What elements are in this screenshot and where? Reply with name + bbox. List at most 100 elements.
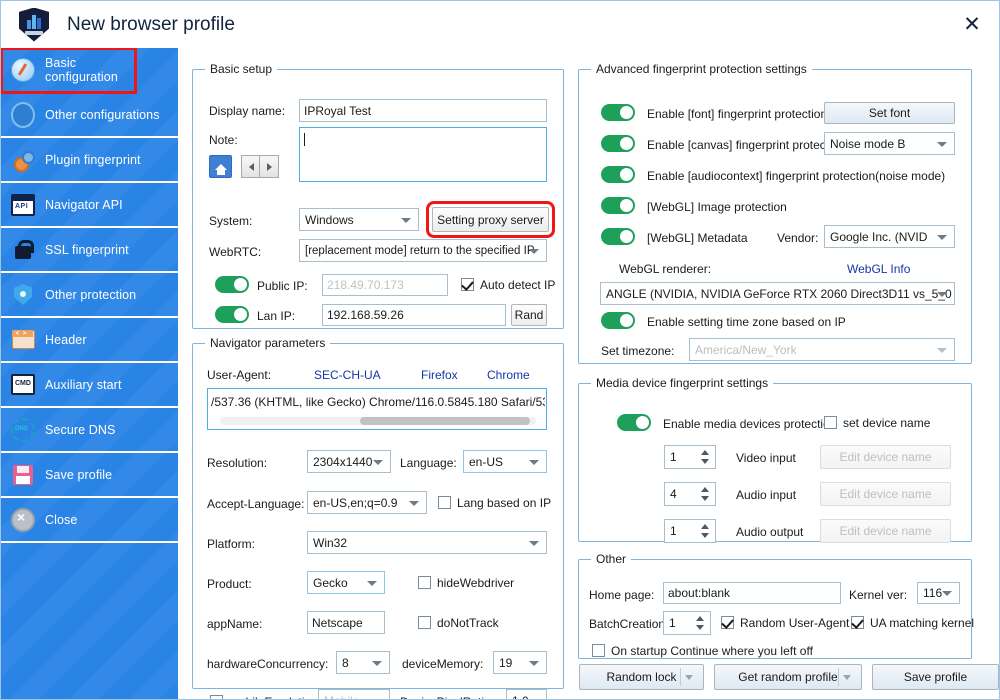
user-agent-field[interactable]: /537.36 (KHTML, like Gecko) Chrome/116.0…	[207, 388, 547, 430]
appname-input[interactable]	[307, 611, 385, 634]
sidebar-item-navigator-api[interactable]: Navigator API	[1, 183, 178, 228]
public-ip-input[interactable]	[322, 274, 448, 296]
note-textarea[interactable]	[299, 127, 547, 182]
audio-input-edit-device-name-button[interactable]: Edit device name	[820, 482, 951, 506]
font-protection-toggle[interactable]	[601, 104, 635, 121]
ua-matching-kernel-label: UA matching kernel	[870, 616, 974, 630]
sidebar-item-basic-configuration[interactable]: Basic configuration	[1, 48, 136, 93]
sidebar-item-header[interactable]: Header	[1, 318, 178, 363]
user-agent-scrollbar[interactable]	[220, 417, 536, 425]
device-memory-select[interactable]: 19	[493, 651, 547, 674]
home-button[interactable]	[209, 155, 232, 178]
sidebar-item-label: Close	[45, 513, 77, 527]
display-name-input[interactable]	[299, 99, 547, 122]
stepper-arrows[interactable]	[700, 448, 711, 466]
audio-output-stepper[interactable]: 1	[664, 519, 716, 543]
hide-webdriver-checkbox[interactable]	[418, 576, 431, 589]
accept-language-select[interactable]: en-US,en;q=0.9	[307, 491, 427, 514]
canvas-protection-toggle[interactable]	[601, 135, 635, 152]
video-input-stepper[interactable]: 1	[664, 445, 716, 469]
set-timezone-label: Set timezone:	[601, 344, 674, 358]
public-ip-toggle[interactable]	[215, 276, 249, 293]
app-logo	[19, 8, 49, 42]
auto-detect-ip-checkbox[interactable]	[461, 278, 474, 291]
vendor-select[interactable]: Google Inc. (NVID	[824, 225, 955, 248]
platform-select-value: Win32	[313, 536, 347, 550]
dns-icon	[11, 418, 35, 442]
get-random-profile-button[interactable]: Get random profile	[714, 664, 862, 690]
stepper-arrows[interactable]	[695, 614, 706, 632]
hardware-concurrency-value: 8	[342, 656, 349, 670]
system-select[interactable]: Windows	[299, 208, 419, 231]
webgl-info-link[interactable]: WebGL Info	[847, 262, 910, 276]
batch-creation-stepper[interactable]: 1	[663, 611, 711, 635]
chevron-down-icon[interactable]	[843, 675, 851, 680]
set-device-name-checkbox[interactable]	[824, 416, 837, 429]
webgl-renderer-select[interactable]: ANGLE (NVIDIA, NVIDIA GeForce RTX 2060 D…	[600, 282, 955, 305]
sec-ch-ua-link[interactable]: SEC-CH-UA	[314, 368, 381, 382]
webgl-image-toggle[interactable]	[601, 197, 635, 214]
timezone-based-on-ip-toggle[interactable]	[601, 312, 635, 329]
platform-select[interactable]: Win32	[307, 531, 547, 554]
donottrack-checkbox[interactable]	[418, 616, 431, 629]
random-lock-button[interactable]: Random lock	[579, 664, 704, 690]
webrtc-select[interactable]: [replacement mode] return to the specifi…	[299, 239, 547, 262]
random-user-agent-checkbox[interactable]	[721, 616, 734, 629]
webgl-metadata-toggle[interactable]	[601, 228, 635, 245]
hardware-concurrency-select[interactable]: 8	[336, 651, 390, 674]
sidebar-item-label: Auxiliary start	[45, 378, 122, 392]
firefox-link[interactable]: Firefox	[421, 368, 458, 382]
sidebar-item-plugin-fingerprint[interactable]: Plugin fingerprint	[1, 138, 178, 183]
next-button[interactable]	[259, 155, 279, 178]
stepper-arrows[interactable]	[700, 522, 711, 540]
sidebar-item-close[interactable]: Close	[1, 498, 178, 543]
lang-based-on-ip-checkbox[interactable]	[438, 496, 451, 509]
canvas-noise-mode-select[interactable]: Noise mode B	[824, 132, 955, 155]
media-devices-protection-toggle[interactable]	[617, 414, 651, 431]
set-timezone-select[interactable]: America/New_York	[689, 338, 955, 361]
on-startup-checkbox[interactable]	[592, 644, 605, 657]
setting-proxy-server-button[interactable]: Setting proxy server	[432, 207, 549, 232]
lan-ip-input[interactable]	[322, 304, 506, 326]
ua-matching-kernel-checkbox[interactable]	[851, 616, 864, 629]
audio-output-edit-device-name-button[interactable]: Edit device name	[820, 519, 951, 543]
sidebar-item-ssl-fingerprint[interactable]: SSL fingerprint	[1, 228, 178, 273]
sidebar-item-other-configurations[interactable]: Other configurations	[1, 93, 178, 138]
home-page-label: Home page:	[589, 588, 654, 602]
chevron-down-icon	[942, 591, 952, 596]
audio-input-stepper[interactable]: 4	[664, 482, 716, 506]
language-select[interactable]: en-US	[463, 450, 547, 473]
sidebar-item-auxiliary-start[interactable]: Auxiliary start	[1, 363, 178, 408]
mobile-device-select[interactable]: Mobile	[318, 689, 390, 700]
navigator-legend: Navigator parameters	[205, 336, 330, 350]
sidebar-item-save-profile[interactable]: Save profile	[1, 453, 178, 498]
audiocontext-protection-toggle[interactable]	[601, 166, 635, 183]
video-edit-device-name-button[interactable]: Edit device name	[820, 445, 951, 469]
other-legend: Other	[591, 552, 631, 566]
sidebar-item-secure-dns[interactable]: Secure DNS	[1, 408, 178, 453]
sidebar-item-other-protection[interactable]: Other protection	[1, 273, 178, 318]
new-browser-profile-window: New browser profile ✕ Basic configuratio…	[0, 0, 1000, 700]
lan-ip-toggle[interactable]	[215, 306, 249, 323]
set-font-button[interactable]: Set font	[824, 102, 955, 124]
kernel-ver-select[interactable]: 116	[917, 582, 960, 604]
mobile-emulation-checkbox[interactable]	[210, 695, 223, 700]
chevron-down-icon	[937, 292, 947, 297]
get-random-profile-label: Get random profile	[738, 670, 837, 684]
vendor-label: Vendor:	[777, 231, 818, 245]
close-icon[interactable]: ✕	[957, 9, 987, 39]
chevron-down-icon[interactable]	[685, 675, 693, 680]
home-page-input[interactable]	[663, 582, 841, 604]
resolution-select[interactable]: 2304x1440	[307, 450, 391, 473]
stepper-arrows[interactable]	[700, 485, 711, 503]
shield-icon	[11, 283, 35, 307]
product-select[interactable]: Gecko	[307, 571, 385, 594]
split-divider	[680, 668, 681, 686]
save-profile-button[interactable]: Save profile	[872, 664, 999, 690]
title-bar: New browser profile ✕	[1, 1, 1000, 49]
chrome-link[interactable]: Chrome	[487, 368, 530, 382]
prev-button[interactable]	[241, 155, 261, 178]
rand-button[interactable]: Rand	[511, 304, 547, 326]
donottrack-label: doNotTrack	[437, 616, 499, 630]
device-pixel-ratio-select[interactable]: 1.0	[506, 689, 547, 700]
